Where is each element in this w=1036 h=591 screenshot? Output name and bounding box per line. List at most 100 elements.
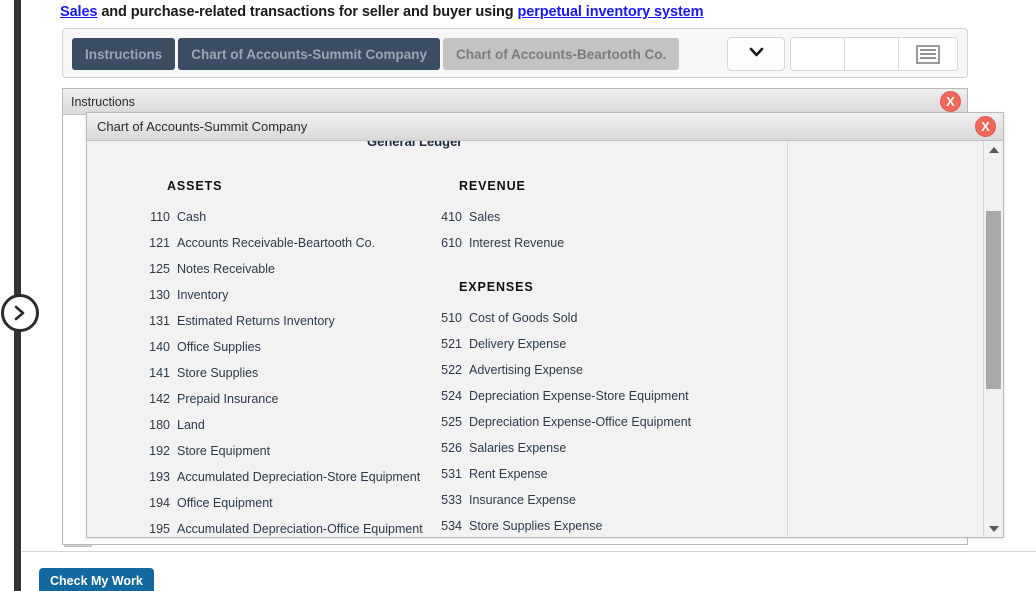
revenue-account-list: 410Sales 610 Interest Revenue: [431, 204, 753, 256]
account-row[interactable]: 121 Accounts Receivable-Beartooth Co.: [139, 230, 423, 256]
account-name: Advertising Expense: [469, 363, 583, 377]
account-row[interactable]: 193Accumulated Depreciation-Store Equipm…: [139, 464, 423, 490]
page-headline: Sales and purchase-related transactions …: [60, 4, 703, 20]
account-row[interactable]: 142Prepaid Insurance: [139, 386, 423, 412]
bottom-divider: [22, 551, 1036, 552]
account-name: Accumulated Depreciation-Office Equipmen…: [177, 522, 423, 536]
tab-chart-of-accounts-summit[interactable]: Chart of Accounts-Summit Company: [178, 38, 440, 70]
expenses-heading: EXPENSES: [431, 280, 753, 294]
account-number: 140: [139, 340, 170, 354]
tab-chart-of-accounts-beartooth[interactable]: Chart of Accounts-Beartooth Co.: [443, 38, 679, 70]
chart-of-accounts-content: General Ledger ASSETS 110 Cash 121 Account…: [87, 141, 983, 537]
list-view-button[interactable]: [899, 38, 957, 70]
account-name: Interest Revenue: [469, 236, 564, 250]
account-number: 121: [139, 236, 170, 250]
account-name: Estimated Returns Inventory: [177, 314, 335, 328]
account-row[interactable]: 534 Store Supplies Expense: [431, 513, 753, 537]
chart-of-accounts-scrollbar[interactable]: [983, 141, 1003, 537]
account-number: 525: [431, 415, 462, 429]
revenue-heading: REVENUE: [431, 179, 753, 193]
perpetual-inventory-system-link[interactable]: perpetual inventory system: [517, 4, 703, 20]
account-number: 524: [431, 389, 462, 403]
sales-link[interactable]: Sales: [60, 4, 97, 20]
account-number: 410: [431, 210, 462, 224]
account-row[interactable]: 524 Depreciation Expense-Store Equipment: [431, 383, 753, 409]
toolbar-blank-button-2[interactable]: [845, 38, 899, 70]
account-name: Cash: [177, 210, 206, 224]
account-name: Store Supplies Expense: [469, 519, 602, 533]
account-row[interactable]: 192Store Equipment: [139, 438, 423, 464]
scrollbar-thumb[interactable]: [986, 211, 1001, 389]
rail-expand-button[interactable]: [1, 294, 39, 332]
check-my-work-button[interactable]: Check My Work: [39, 568, 154, 591]
account-row[interactable]: 510Cost of Goods Sold: [431, 305, 753, 331]
general-ledger-heading: General Ledger: [87, 141, 983, 150]
account-row[interactable]: 522 Advertising Expense: [431, 357, 753, 383]
instructions-window-title: Instructions: [71, 95, 135, 109]
account-number: 110: [139, 210, 170, 224]
assets-heading: ASSETS: [139, 179, 423, 193]
account-row[interactable]: 410Sales: [431, 204, 753, 230]
account-number: 521: [431, 337, 462, 351]
account-row[interactable]: 194 Office Equipment: [139, 490, 423, 516]
account-row[interactable]: 110 Cash: [139, 204, 423, 230]
account-name: Accumulated Depreciation-Store Equipment: [177, 470, 420, 484]
account-number: 131: [139, 314, 170, 328]
revenue-expenses-column: REVENUE 410Sales 610 Interest Revenue EXP…: [423, 179, 753, 537]
account-name: Insurance Expense: [469, 493, 576, 507]
account-number: 610: [431, 236, 462, 250]
account-number: 510: [431, 311, 462, 325]
triangle-down-icon: [989, 526, 999, 532]
scroll-down-button[interactable]: [984, 520, 1003, 537]
account-number: 534: [431, 519, 462, 533]
triangle-up-icon: [989, 147, 999, 153]
chart-of-accounts-window: Chart of Accounts-Summit Company General…: [86, 112, 1004, 538]
account-number: 522: [431, 363, 462, 377]
account-row[interactable]: 195Accumulated Depreciation-Office Equip…: [139, 516, 423, 537]
account-row[interactable]: 521 Delivery Expense: [431, 331, 753, 357]
dropdown-button[interactable]: [727, 37, 785, 71]
tab-panel: Instructions Chart of Accounts-Summit Co…: [62, 28, 968, 78]
account-name: Depreciation Expense-Office Equipment: [469, 415, 691, 429]
account-name: Office Equipment: [177, 496, 273, 510]
chart-of-accounts-titlebar: Chart of Accounts-Summit Company: [87, 113, 1003, 141]
account-row[interactable]: 180Land: [139, 412, 423, 438]
scroll-up-button[interactable]: [984, 141, 1003, 158]
headline-middle-text: and purchase-related transactions for se…: [97, 4, 517, 20]
toolbar-button-group: [727, 37, 958, 71]
account-number: 130: [139, 288, 170, 302]
instructions-close-button[interactable]: X: [940, 91, 961, 112]
assets-column: ASSETS 110 Cash 121 Accounts Receivable-Be…: [87, 179, 423, 537]
account-row[interactable]: 610 Interest Revenue: [431, 230, 753, 256]
account-row[interactable]: 140Office Supplies: [139, 334, 423, 360]
assets-account-list: 110 Cash 121 Accounts Receivable-Beartooth…: [139, 204, 423, 537]
account-row[interactable]: 533 Insurance Expense: [431, 487, 753, 513]
account-row[interactable]: 125Notes Receivable: [139, 256, 423, 282]
account-row[interactable]: 131 Estimated Returns Inventory: [139, 308, 423, 334]
app-root: Sales and purchase-related transactions …: [0, 0, 1036, 591]
account-number: 194: [139, 496, 170, 510]
account-row[interactable]: 141Store Supplies: [139, 360, 423, 386]
account-name: Delivery Expense: [469, 337, 566, 351]
account-number: 526: [431, 441, 462, 455]
chart-of-accounts-close-button[interactable]: X: [975, 116, 996, 137]
toolbar-blank-button-1[interactable]: [791, 38, 845, 70]
account-row[interactable]: 531Rent Expense: [431, 461, 753, 487]
column-divider: [787, 141, 788, 537]
chevron-right-icon: [12, 304, 28, 322]
account-name: Store Supplies: [177, 366, 258, 380]
account-row[interactable]: 130Inventory: [139, 282, 423, 308]
chart-of-accounts-window-title: Chart of Accounts-Summit Company: [97, 119, 307, 134]
account-name: Prepaid Insurance: [177, 392, 278, 406]
account-name: Land: [177, 418, 205, 432]
tab-instructions[interactable]: Instructions: [72, 38, 175, 70]
account-name: Accounts Receivable-Beartooth Co.: [177, 236, 375, 250]
account-number: 533: [431, 493, 462, 507]
chart-of-accounts-viewport: General Ledger ASSETS 110 Cash 121 Account…: [87, 141, 983, 537]
account-row[interactable]: 526Salaries Expense: [431, 435, 753, 461]
account-number: 531: [431, 467, 462, 481]
chart-of-accounts-columns: ASSETS 110 Cash 121 Accounts Receivable-Be…: [87, 150, 983, 537]
account-row[interactable]: 525 Depreciation Expense-Office Equipment: [431, 409, 753, 435]
tab-strip: Instructions Chart of Accounts-Summit Co…: [72, 38, 679, 70]
account-name: Depreciation Expense-Store Equipment: [469, 389, 689, 403]
